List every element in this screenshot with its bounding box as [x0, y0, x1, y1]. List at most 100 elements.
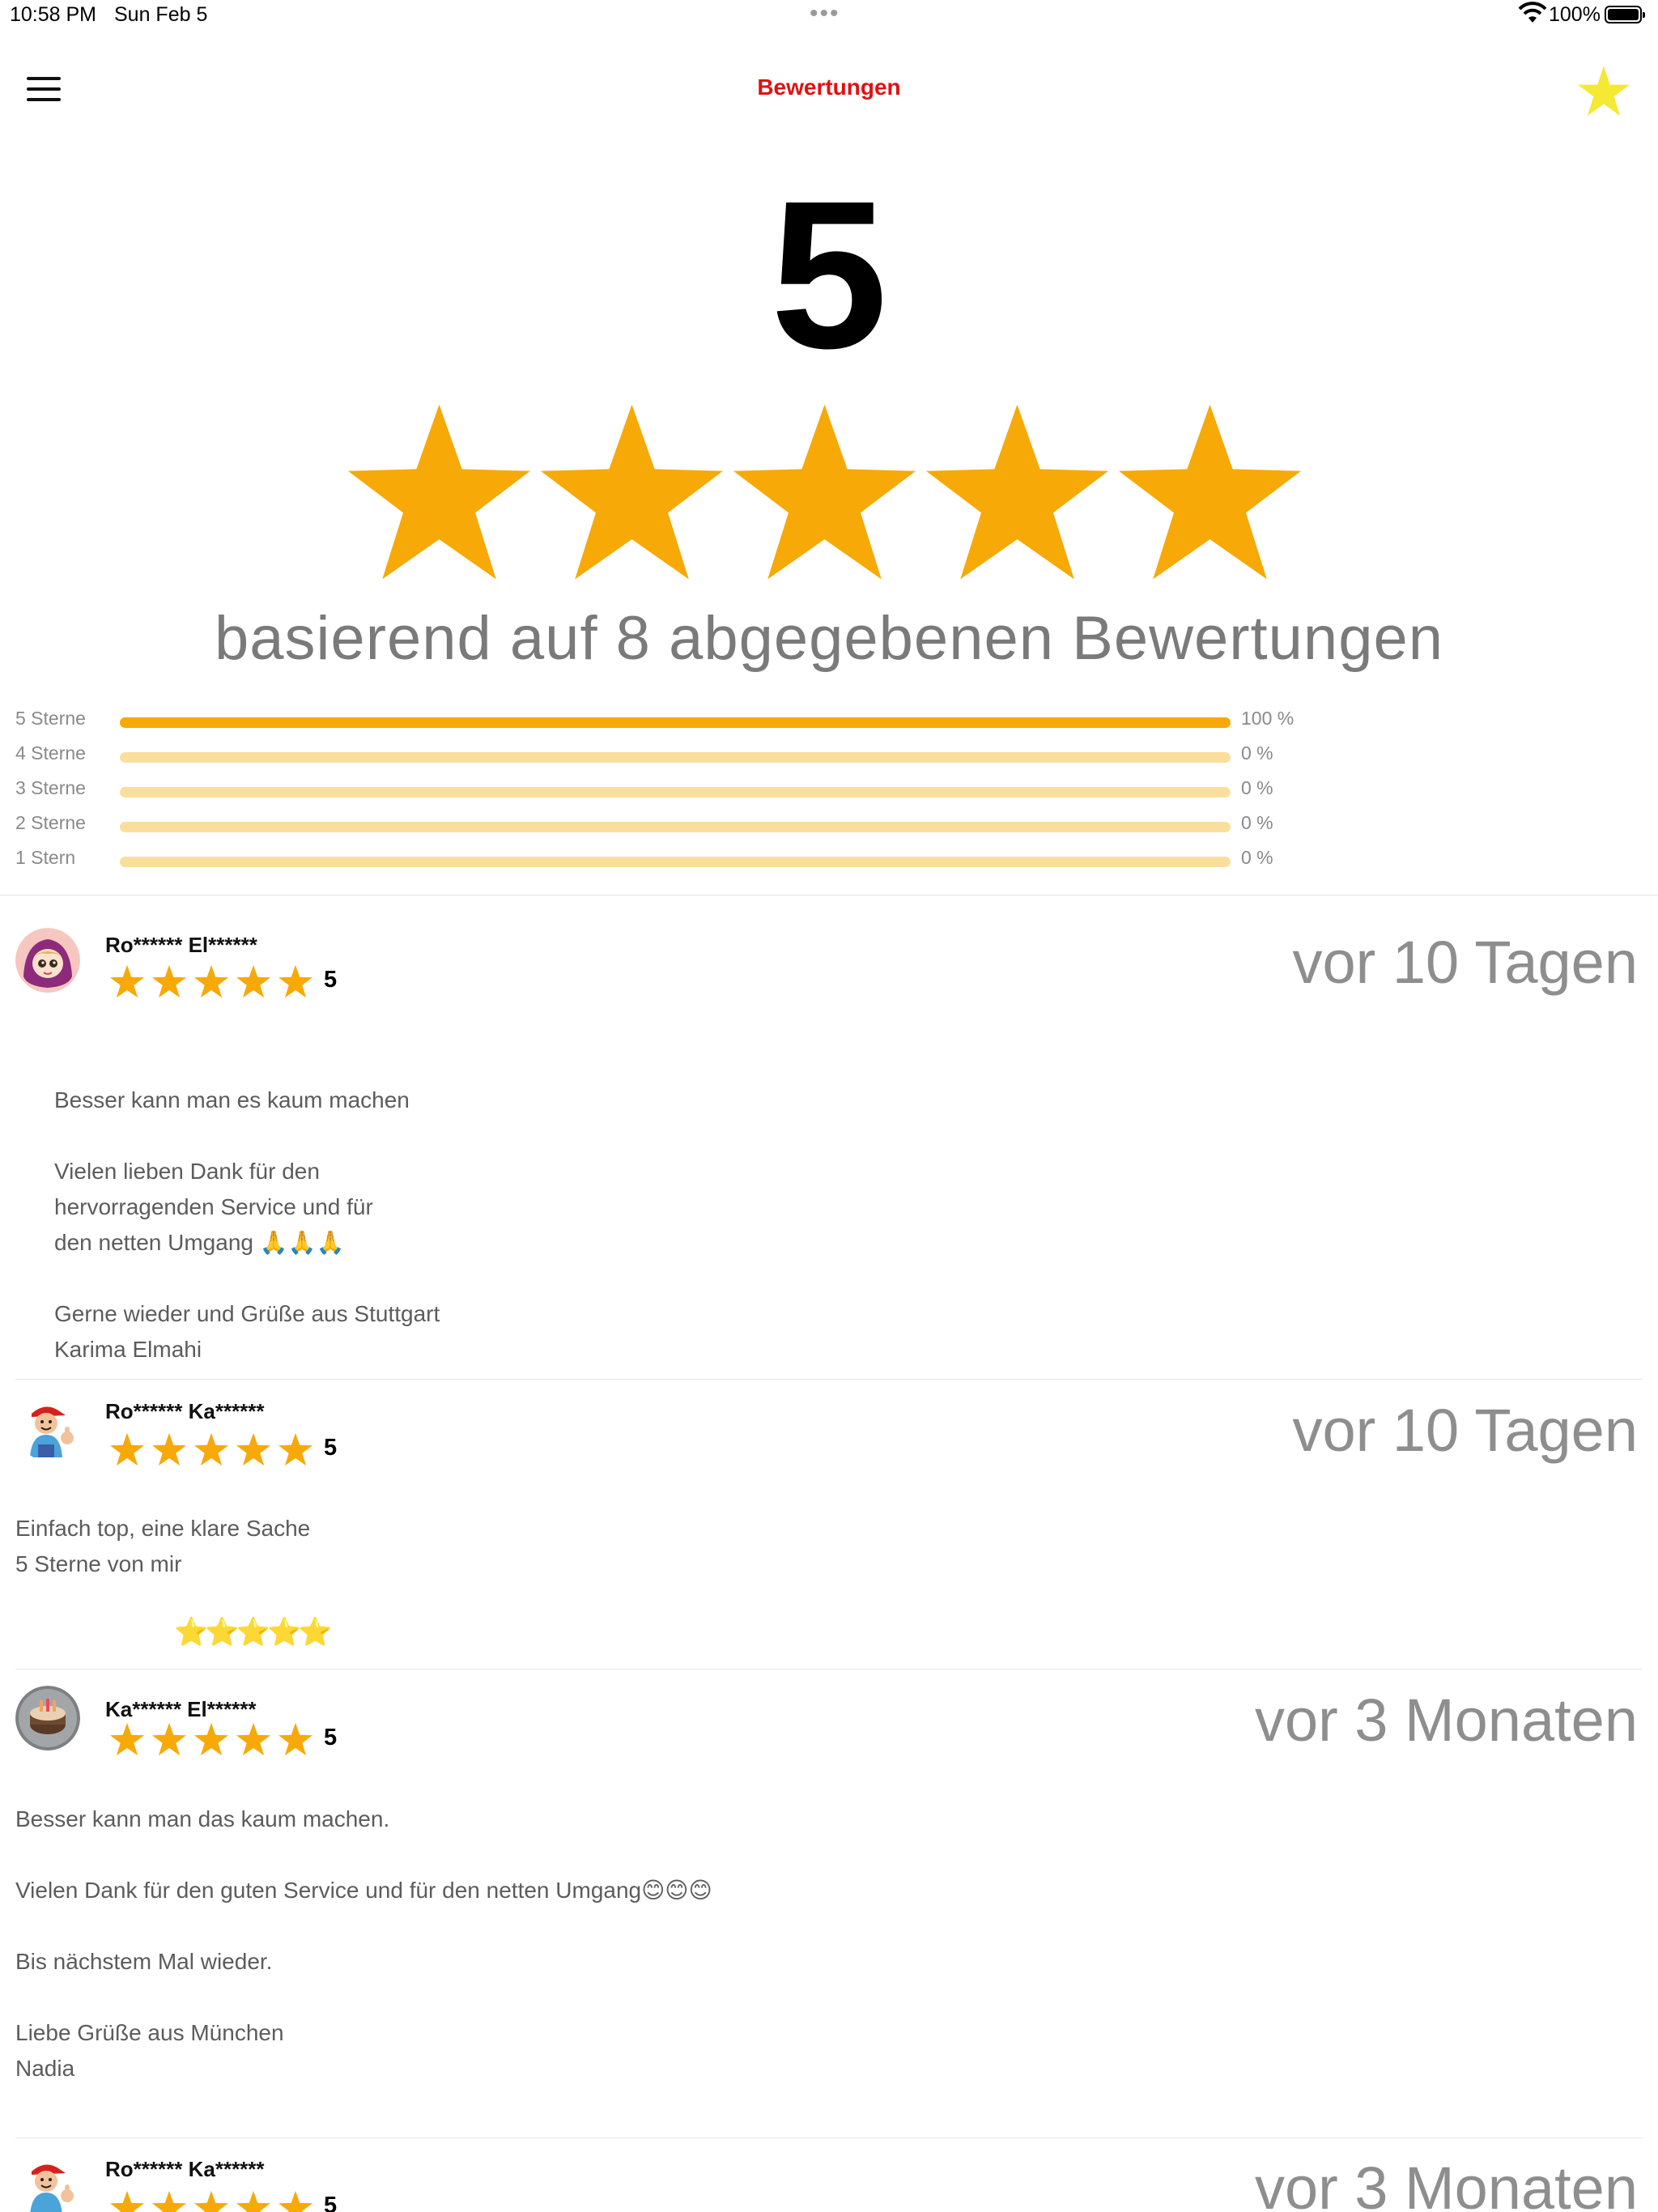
distribution-row-4: 4 Sterne 0 % — [0, 738, 1658, 770]
distribution-percent: 100 % — [1241, 708, 1295, 729]
star-icon — [236, 1722, 270, 1756]
status-time: 10:58 PM — [10, 3, 97, 26]
thumbs-up-man-avatar-icon — [15, 2154, 80, 2212]
distribution-track — [120, 857, 1231, 867]
distribution-percent: 0 % — [1241, 812, 1273, 833]
status-date: Sun Feb 5 — [114, 3, 208, 26]
battery-icon — [1605, 6, 1645, 23]
battery-percent: 100% — [1549, 3, 1601, 26]
review-line: Nadia — [15, 2056, 75, 2081]
review-text: Besser kann man es kaum machen Vielen lie… — [54, 1083, 440, 1368]
review-time: vor 3 Monaten — [1254, 1687, 1638, 1754]
star-icon — [152, 1432, 186, 1466]
star-icon — [194, 1432, 228, 1466]
star-icon — [152, 2190, 186, 2212]
review-line: Vielen lieben Dank für den — [54, 1159, 320, 1184]
review-time: vor 3 Monaten — [1254, 2155, 1638, 2212]
distribution-label: 5 Sterne — [15, 708, 86, 729]
review-stars — [109, 2190, 352, 2212]
review-line: Einfach top, eine klare Sache — [15, 1516, 311, 1541]
emoji-stars: ⭐⭐⭐⭐⭐ — [174, 1617, 333, 1648]
star-icon — [110, 1722, 144, 1756]
star-icon — [236, 2190, 270, 2212]
divider — [15, 1379, 1643, 1380]
review-line — [54, 1261, 440, 1296]
distribution-percent: 0 % — [1241, 777, 1273, 798]
review-line: Vielen Dank für den guten Service und fü… — [15, 1878, 712, 1903]
distribution-label: 2 Sterne — [15, 812, 86, 833]
star-icon — [152, 964, 186, 998]
distribution-row-3: 3 Sterne 0 % — [0, 772, 1658, 805]
rating-count-text: basierend auf 8 abgegebenen Bewertungen — [215, 604, 1443, 673]
star-icon — [194, 964, 228, 998]
review-score: 5 — [324, 2193, 338, 2212]
star-icon — [110, 2190, 144, 2212]
distribution-track — [120, 787, 1231, 798]
reviewer-name: Ro****** Ka****** — [105, 2157, 265, 2181]
review-time: vor 10 Tagen — [1292, 1397, 1638, 1464]
review-item: Ro****** Ka****** 5 vor 10 Tagen Einfach… — [0, 1391, 1658, 1666]
review-item: Ro****** Ka****** 5 vor 3 Monaten — [0, 2149, 1658, 2212]
review-score: 5 — [324, 967, 338, 993]
review-line — [15, 1837, 712, 1873]
distribution-label: 4 Sterne — [15, 742, 86, 764]
review-line: Besser kann man das kaum machen. — [15, 1806, 390, 1831]
reviewer-name: Ro****** Ka****** — [105, 1399, 265, 1423]
review-line: den netten Umgang 🙏🙏🙏 — [54, 1230, 345, 1255]
review-text: Einfach top, eine klare Sache 5 Sterne vo… — [15, 1511, 310, 1582]
review-stars — [109, 964, 352, 1002]
review-time: vor 10 Tagen — [1292, 929, 1638, 996]
star-icon — [1119, 404, 1301, 580]
distribution-label: 1 Stern — [15, 847, 76, 868]
rating-stars — [344, 401, 1316, 587]
star-icon — [541, 404, 723, 580]
reviewer-name: Ro****** El****** — [105, 933, 257, 957]
star-icon — [348, 404, 530, 580]
review-item: Ro****** El****** 5 vor 10 Tagen Besser … — [0, 923, 1658, 1376]
girl-avatar-icon — [15, 928, 80, 993]
star-icon — [278, 1432, 312, 1466]
review-line: Bis nächstem Mal wieder. — [15, 1949, 273, 1974]
star-icon — [110, 1432, 144, 1466]
star-icon — [194, 2190, 228, 2212]
page-title: Bewertungen — [757, 74, 901, 100]
star-icon — [926, 404, 1108, 580]
review-item: Ka****** El****** 5 vor 3 Monaten Besser… — [0, 1681, 1658, 2134]
star-icon[interactable] — [1575, 63, 1632, 120]
nav-bar: Bewertungen — [0, 49, 1658, 130]
star-icon — [733, 404, 916, 580]
wifi-icon — [1518, 2, 1547, 23]
reviewer-name: Ka****** El****** — [105, 1697, 257, 1721]
review-line — [15, 1908, 712, 1944]
star-icon — [236, 1432, 270, 1466]
star-icon — [278, 964, 312, 998]
review-score: 5 — [324, 1725, 338, 1750]
review-text: Besser kann man das kaum machen. Vielen D… — [15, 1802, 712, 2087]
review-line: Besser kann man es kaum machen — [54, 1087, 410, 1112]
star-icon — [152, 1722, 186, 1756]
status-bar: 10:58 PM Sun Feb 5 ••• 100% — [0, 0, 1658, 32]
distribution-track — [120, 752, 1231, 763]
star-icon — [110, 964, 144, 998]
review-stars — [109, 1722, 352, 1759]
distribution-row-5: 5 Sterne 100 % — [0, 703, 1658, 735]
star-icon — [278, 1722, 312, 1756]
distribution-percent: 0 % — [1241, 847, 1273, 868]
star-icon — [236, 964, 270, 998]
review-line — [54, 1118, 440, 1154]
multitasking-dots-icon[interactable]: ••• — [810, 0, 840, 28]
review-line: Gerne wieder und Grüße aus Stuttgart — [54, 1301, 440, 1326]
thumbs-up-man-avatar-icon — [15, 1396, 80, 1461]
review-line: hervorragenden Service und für — [54, 1194, 373, 1219]
cake-photo-avatar-icon — [15, 1686, 80, 1750]
distribution-label: 3 Sterne — [15, 777, 86, 798]
review-line — [15, 1980, 712, 2015]
review-line: Liebe Grüße aus München — [15, 2020, 284, 2045]
star-icon — [278, 2190, 312, 2212]
review-stars — [109, 1432, 352, 1470]
distribution-percent: 0 % — [1241, 742, 1273, 764]
review-line: Karima Elmahi — [54, 1337, 202, 1362]
review-line: 5 Sterne von mir — [15, 1551, 182, 1576]
distribution-row-1: 1 Stern 0 % — [0, 842, 1658, 874]
star-icon — [194, 1722, 228, 1756]
